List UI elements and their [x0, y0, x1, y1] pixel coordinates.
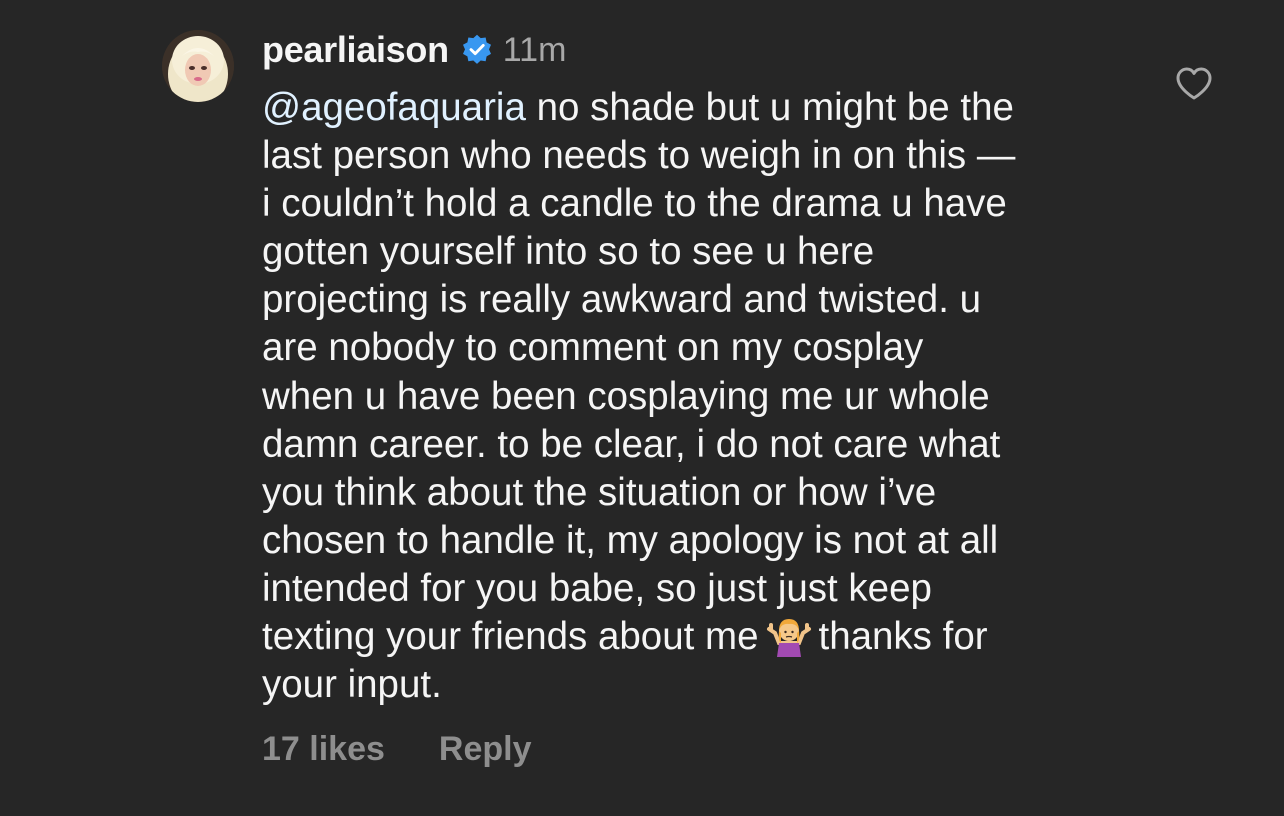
comment-screen: pearliaison 11m @ageofaquaria no shade b…	[0, 0, 1284, 816]
comment-header: pearliaison 11m	[262, 28, 566, 72]
comment-body: no shade but u might be the last person …	[262, 86, 1016, 659]
likes-count[interactable]: 17 likes	[262, 730, 385, 769]
verified-badge-icon	[461, 34, 493, 66]
reply-button[interactable]: Reply	[439, 730, 532, 769]
comment-time: 11m	[502, 30, 567, 69]
username[interactable]: pearliaison	[262, 29, 449, 71]
woman-shrugging-emoji	[765, 613, 813, 658]
heart-outline-icon[interactable]	[1174, 64, 1214, 104]
comment-footer: 17 likes Reply	[262, 730, 531, 769]
avatar-image	[162, 30, 234, 102]
avatar[interactable]	[162, 30, 234, 102]
mention-link[interactable]: @ageofaquaria	[262, 86, 526, 129]
comment-text: @ageofaquaria no shade but u might be th…	[262, 84, 1162, 709]
